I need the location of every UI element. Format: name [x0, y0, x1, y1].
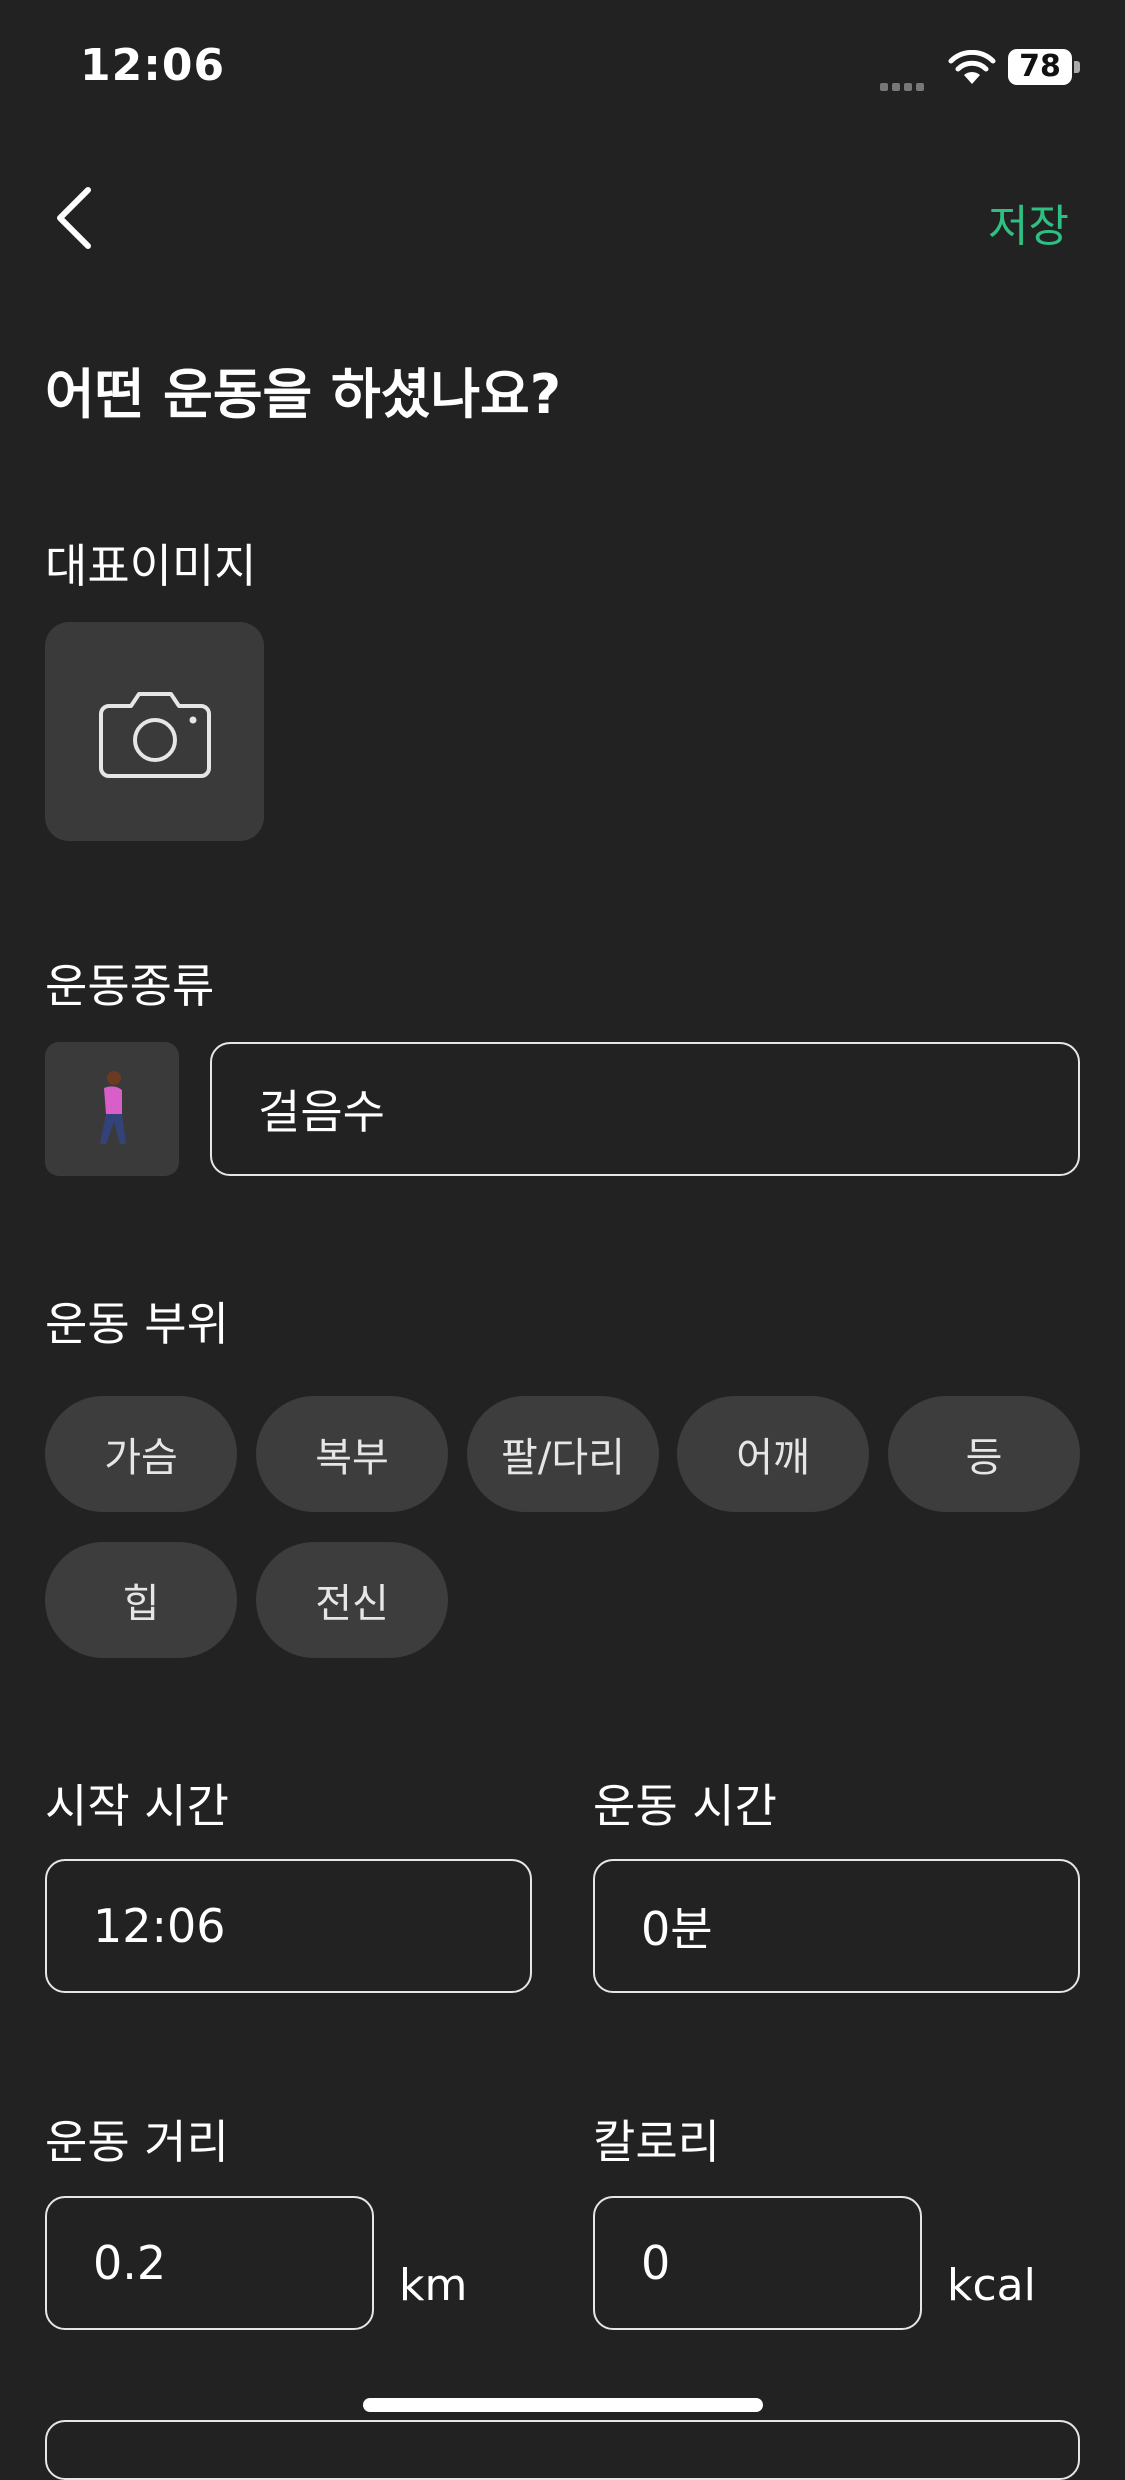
- camera-icon: [98, 691, 211, 778]
- page-title: 어떤 운동을 하셨나요?: [45, 363, 562, 426]
- photo-upload-button[interactable]: [45, 622, 264, 841]
- start-time-value: 12:06: [93, 1899, 226, 1953]
- chevron-left-icon: [57, 187, 91, 249]
- cellular-signal-icon: [880, 76, 934, 91]
- back-button[interactable]: [52, 186, 98, 250]
- calories-unit: kcal: [947, 2260, 1036, 2311]
- duration-field[interactable]: 0분: [593, 1859, 1080, 1993]
- distance-value: 0.2: [93, 2236, 167, 2290]
- distance-unit: km: [399, 2260, 468, 2311]
- calories-value: 0: [641, 2236, 671, 2290]
- chip-chest[interactable]: 가슴: [45, 1396, 237, 1512]
- duration-value: 0분: [641, 1902, 713, 1956]
- chip-arms-legs[interactable]: 팔/다리: [467, 1396, 659, 1512]
- next-field-partial[interactable]: [45, 2420, 1080, 2480]
- status-time: 12:06: [80, 40, 226, 91]
- distance-input[interactable]: 0.2: [45, 2196, 374, 2330]
- start-time-label: 시작 시간: [45, 1779, 229, 1833]
- distance-label: 운동 거리: [45, 2115, 229, 2169]
- wifi-icon: [948, 49, 996, 86]
- start-time-field[interactable]: 12:06: [45, 1859, 532, 1993]
- battery-indicator: 78: [1008, 49, 1072, 85]
- type-section-label: 운동종류: [45, 959, 215, 1013]
- chip-full-body[interactable]: 전신: [256, 1542, 448, 1658]
- chip-back[interactable]: 등: [888, 1396, 1080, 1512]
- exercise-type-value: 걸음수: [258, 1085, 385, 1139]
- duration-label: 운동 시간: [593, 1779, 777, 1833]
- image-section-label: 대표이미지: [45, 539, 257, 593]
- chip-shoulders[interactable]: 어깨: [677, 1396, 869, 1512]
- exercise-type-input[interactable]: 걸음수: [210, 1042, 1080, 1176]
- chip-abs[interactable]: 복부: [256, 1396, 448, 1512]
- home-indicator: [363, 2398, 763, 2412]
- calories-label: 칼로리: [593, 2115, 720, 2169]
- parts-section-label: 운동 부위: [45, 1297, 229, 1351]
- chip-glutes[interactable]: 힙: [45, 1542, 237, 1658]
- exercise-type-icon-button[interactable]: [45, 1042, 179, 1176]
- save-button[interactable]: 저장: [988, 190, 1069, 254]
- calories-input[interactable]: 0: [593, 2196, 922, 2330]
- person-walking-icon: [100, 1071, 126, 1144]
- battery-tip: [1074, 61, 1080, 73]
